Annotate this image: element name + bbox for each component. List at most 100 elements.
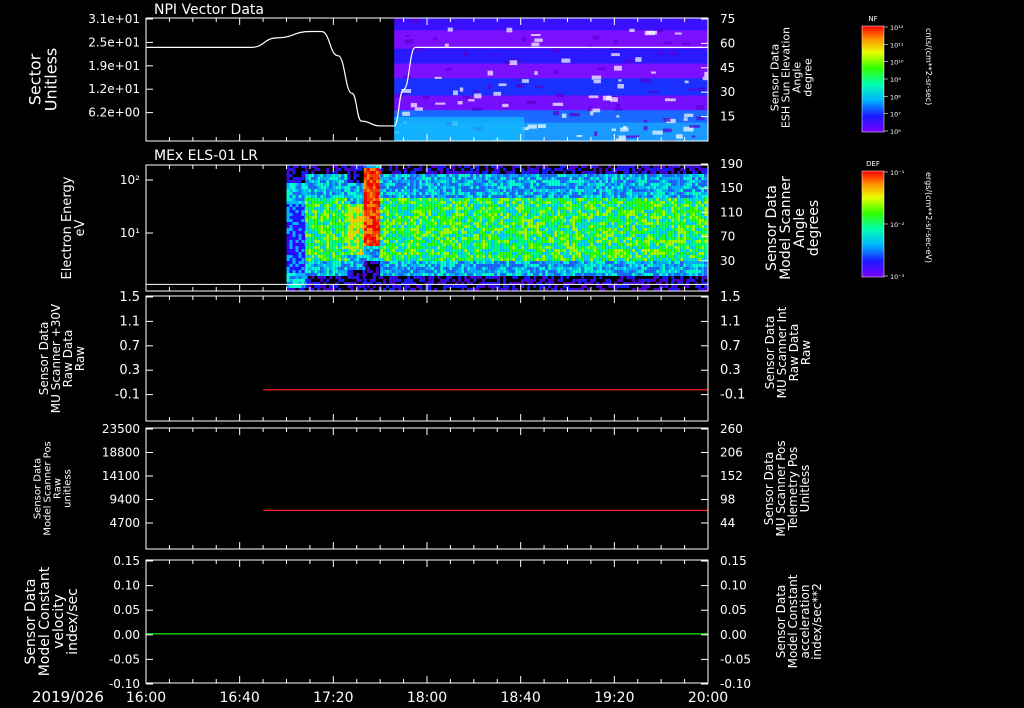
- els-cell: [557, 177, 561, 180]
- els-cell: [305, 258, 309, 261]
- els-cell: [383, 225, 387, 228]
- els-cell: [596, 177, 600, 180]
- els-cell: [557, 270, 561, 273]
- els-cell: [503, 207, 507, 210]
- els-cell: [500, 225, 504, 228]
- els-cell: [443, 255, 447, 258]
- els-cell: [584, 231, 588, 234]
- els-cell: [596, 189, 600, 192]
- els-cell: [482, 237, 486, 240]
- els-cell: [530, 246, 534, 249]
- els-cell: [641, 192, 645, 195]
- els-cell: [398, 228, 402, 231]
- els-cell: [569, 189, 573, 192]
- els-cell: [422, 279, 426, 282]
- els-cell: [473, 192, 477, 195]
- els-cell: [305, 174, 309, 177]
- els-cell: [476, 213, 480, 216]
- els-cell: [647, 285, 651, 288]
- els-cell: [476, 198, 480, 201]
- els-cell: [369, 213, 373, 216]
- els-cell: [363, 246, 367, 249]
- els-cell: [593, 273, 597, 276]
- els-cell: [554, 222, 558, 225]
- els-cell: [440, 210, 444, 213]
- els-cell: [443, 225, 447, 228]
- els-cell: [362, 267, 366, 270]
- els-cell: [479, 210, 483, 213]
- els-cell: [623, 186, 627, 189]
- els-cell: [512, 192, 516, 195]
- els-cell: [419, 225, 423, 228]
- els-cell: [289, 273, 293, 276]
- els-cell: [347, 189, 351, 192]
- els-cell: [305, 264, 309, 267]
- els-cell: [482, 228, 486, 231]
- els-cell: [647, 252, 651, 255]
- els-cell: [485, 186, 489, 189]
- els-cell: [599, 198, 603, 201]
- els-cell: [620, 273, 624, 276]
- els-cell: [602, 237, 606, 240]
- els-cell: [443, 231, 447, 234]
- npi-rtick-label: 15: [720, 110, 735, 124]
- els-cell: [512, 237, 516, 240]
- els-cell: [608, 237, 612, 240]
- els-cell: [295, 213, 299, 216]
- els-cell: [473, 183, 477, 186]
- els-cell: [494, 228, 498, 231]
- npi-noise: [590, 110, 594, 116]
- els-cell: [521, 213, 525, 216]
- els-cell: [632, 252, 636, 255]
- els-cell: [587, 231, 591, 234]
- els-cell: [301, 192, 305, 195]
- els-cell: [545, 276, 549, 279]
- els-cell: [446, 213, 450, 216]
- els-cell: [542, 261, 546, 264]
- els-cell: [455, 255, 459, 258]
- els-cell: [431, 213, 435, 216]
- els-cell: [494, 201, 498, 204]
- els-cell: [578, 189, 582, 192]
- els-cell: [295, 177, 299, 180]
- els-cell: [593, 195, 597, 198]
- els-cell: [369, 210, 373, 213]
- els-cell: [593, 243, 597, 246]
- els-cell: [317, 258, 321, 261]
- els-cell: [344, 228, 348, 231]
- els-cell: [369, 180, 373, 183]
- els-cell: [395, 231, 399, 234]
- els-cell: [380, 258, 384, 261]
- npi-noise: [682, 42, 691, 45]
- els-cell: [566, 204, 570, 207]
- els-cell: [455, 243, 459, 246]
- els-cell: [458, 261, 462, 264]
- els-cell: [548, 216, 552, 219]
- els-cell: [286, 177, 290, 180]
- els-cell: [560, 267, 564, 270]
- els-cell: [515, 267, 519, 270]
- els-cell: [524, 255, 528, 258]
- els-cell: [383, 198, 387, 201]
- els-cell: [563, 249, 567, 252]
- els-cell: [599, 168, 603, 171]
- els-cell: [416, 261, 420, 264]
- els-cell: [292, 210, 296, 213]
- els-cell: [590, 267, 594, 270]
- els-cell: [344, 246, 348, 249]
- els-cell: [593, 216, 597, 219]
- els-cell: [473, 231, 477, 234]
- els-cell: [416, 285, 420, 288]
- els-cell: [338, 246, 342, 249]
- els-cell: [548, 195, 552, 198]
- els-cell: [326, 177, 330, 180]
- els-cell: [323, 255, 327, 258]
- els-cell: [347, 216, 351, 219]
- els-cell: [548, 237, 552, 240]
- els-cell: [545, 204, 549, 207]
- els-cell: [599, 255, 603, 258]
- els-cell: [527, 231, 531, 234]
- els-cell: [647, 201, 651, 204]
- els-cell: [353, 204, 357, 207]
- els-cell: [512, 222, 516, 225]
